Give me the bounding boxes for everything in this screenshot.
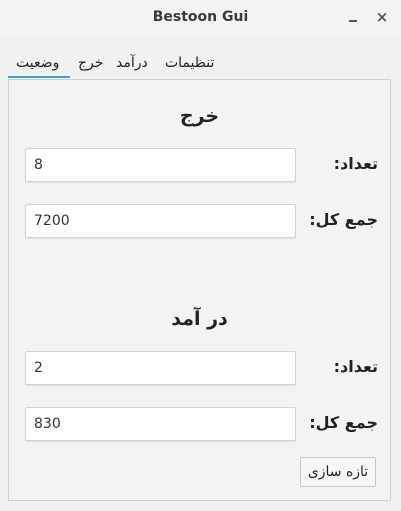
expense-total-label: جمع کل: [309, 210, 378, 229]
title-bar[interactable]: Bestoon Gui × [0, 0, 401, 36]
income-count-field[interactable] [25, 351, 296, 385]
active-tab-indicator [8, 76, 70, 78]
close-icon: × [375, 8, 389, 26]
minimize-icon [349, 20, 357, 22]
expense-total-field[interactable] [25, 204, 296, 238]
close-button[interactable]: × [373, 8, 391, 26]
minimize-button[interactable] [344, 8, 362, 26]
expense-count-label: تعداد: [333, 154, 378, 173]
tab-settings[interactable]: تنظیمات [165, 55, 214, 71]
app-window: Bestoon Gui × وضعیت خرج درآمد تنظیمات خر… [0, 0, 401, 511]
income-section-title: در آمد [171, 308, 228, 330]
income-count-label: تعداد: [333, 357, 378, 376]
income-total-field[interactable] [25, 407, 296, 441]
window-title: Bestoon Gui [152, 9, 249, 25]
expense-count-field[interactable] [25, 148, 296, 182]
tab-status[interactable]: وضعیت [16, 55, 59, 71]
tab-expense[interactable]: خرج [78, 55, 103, 71]
income-total-label: جمع کل: [309, 413, 378, 432]
status-panel: خرج تعداد: جمع کل: در آمد تعداد: جمع کل:… [8, 79, 391, 501]
expense-section-title: خرج [179, 105, 220, 127]
tab-income[interactable]: درآمد [116, 55, 148, 71]
refresh-button[interactable]: تازه سازی [300, 457, 376, 487]
